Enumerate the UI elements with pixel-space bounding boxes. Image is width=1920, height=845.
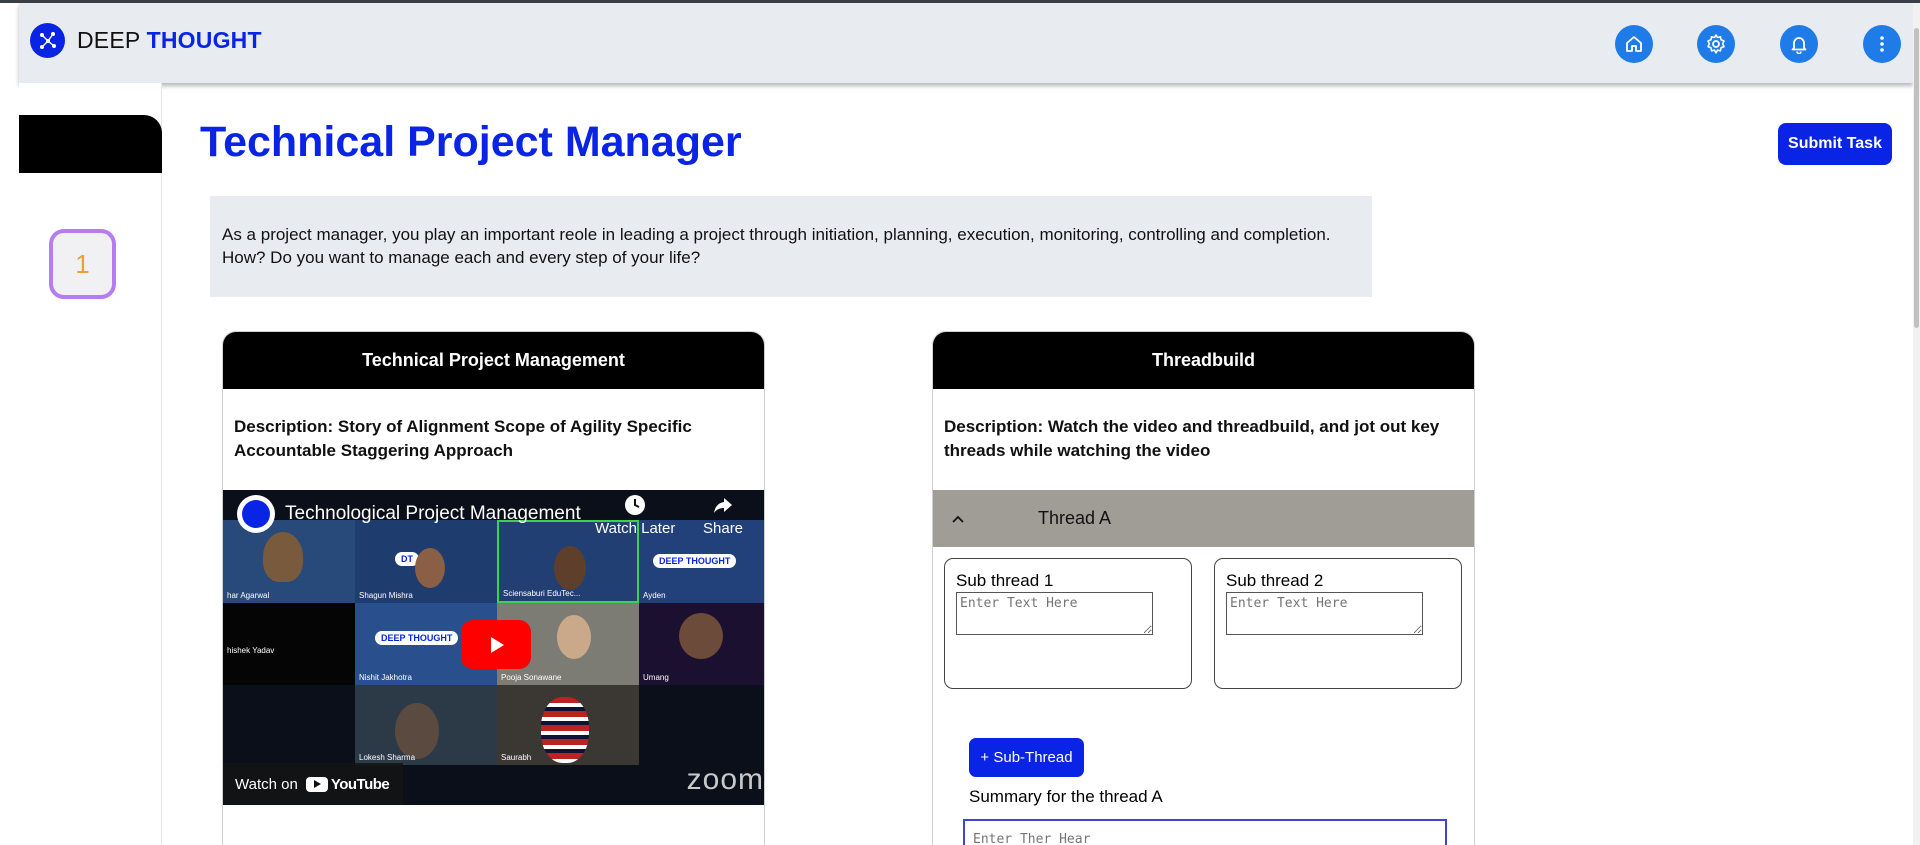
participant-name: Lokesh Sharma	[359, 753, 416, 762]
add-subthread-button[interactable]: + Sub-Thread	[969, 738, 1084, 777]
brand-logo[interactable]: DEEP THOUGHT	[30, 23, 262, 58]
clock-icon	[625, 495, 646, 515]
participant-figure	[263, 532, 303, 582]
subthread-card: Sub thread 1	[944, 558, 1192, 689]
notifications-button[interactable]	[1780, 25, 1818, 63]
participant-name: hishek Yadav	[227, 646, 275, 655]
participant-name: Ayden	[643, 591, 666, 600]
sidebar-active-tab[interactable]	[19, 115, 162, 173]
bell-icon	[1791, 37, 1807, 54]
participant-name: Umang	[643, 673, 669, 682]
zoom-watermark: zoom	[686, 763, 764, 796]
participant-name: Pooja Sonawane	[501, 673, 562, 682]
participant-name: Shagun Mishra	[359, 591, 413, 600]
thread-title: Thread A	[1038, 508, 1112, 528]
subthread-label: Sub thread 2	[1226, 571, 1324, 590]
participant-name: har Agarwal	[227, 591, 270, 600]
youtube-video-embed[interactable]: har Agarwal DT Shagun Mishra Sciensaburi…	[223, 490, 764, 805]
card-title: Technical Project Management	[223, 332, 764, 389]
subthread-label: Sub thread 1	[956, 571, 1054, 590]
share-control[interactable]: Share	[703, 494, 743, 537]
settings-button[interactable]	[1697, 25, 1735, 63]
home-button[interactable]	[1615, 25, 1653, 63]
summary-label: Summary for the thread A	[969, 787, 1163, 806]
share-label: Share	[703, 520, 744, 537]
intro-text: As a project manager, you play an import…	[210, 196, 1372, 297]
video-tile: hishek Yadav	[223, 603, 355, 685]
subthread-input[interactable]	[956, 592, 1153, 635]
participant-name: Sciensaburi EduTec...	[503, 589, 581, 598]
participant-figure	[541, 697, 589, 763]
step-badge[interactable]: 1	[49, 229, 116, 299]
participant-figure	[415, 548, 445, 588]
card-title: Threadbuild	[933, 332, 1474, 389]
watch-on-label: Watch on	[235, 775, 298, 793]
logo-icon	[30, 23, 65, 58]
video-tile: Umang	[639, 603, 764, 685]
video-badge: DEEP THOUGHT	[375, 631, 459, 645]
top-navbar: DEEP THOUGHT	[19, 3, 1913, 83]
participant-figure	[679, 613, 723, 659]
participant-figure	[395, 703, 439, 759]
play-icon	[491, 636, 504, 653]
youtube-play-icon	[305, 776, 328, 792]
participant-figure	[554, 546, 586, 590]
home-icon	[1626, 36, 1642, 52]
scrollbar-thumb[interactable]	[1914, 28, 1919, 328]
page-scrollbar[interactable]	[1913, 3, 1920, 845]
youtube-wordmark: YouTube	[330, 775, 390, 793]
submit-task-button[interactable]: Submit Task	[1778, 123, 1892, 165]
brand-name-bold: THOUGHT	[146, 27, 262, 53]
video-top-bar: Technological Project Management	[223, 490, 764, 538]
chevron-up-icon[interactable]	[948, 509, 968, 529]
watch-later-control[interactable]: Watch Later	[595, 494, 675, 537]
channel-logo-icon[interactable]	[237, 495, 275, 533]
participant-figure	[557, 615, 591, 659]
task-card-video: Technical Project Management Description…	[222, 331, 765, 845]
video-tile: Saurabh	[497, 685, 639, 765]
more-menu-button[interactable]	[1863, 25, 1901, 63]
participant-name: Saurabh	[501, 753, 532, 762]
video-title[interactable]: Technological Project Management	[285, 503, 581, 525]
youtube-logo: YouTube	[305, 775, 390, 793]
watch-on-youtube-link[interactable]: Watch on YouTube	[223, 763, 403, 805]
thread-accordion-header[interactable]: Thread A	[933, 490, 1474, 547]
page-title: Technical Project Manager	[200, 118, 742, 166]
share-icon	[714, 498, 733, 513]
subthread-input[interactable]	[1226, 592, 1423, 635]
play-button[interactable]	[461, 620, 531, 669]
watch-later-label: Watch Later	[595, 520, 676, 537]
video-badge: DEEP THOUGHT	[653, 554, 737, 568]
settings-icon	[1707, 34, 1725, 54]
participant-name: Nishit Jakhotra	[359, 673, 412, 682]
more-vertical-icon	[1880, 36, 1884, 52]
task-card-threadbuild: Threadbuild Description: Watch the video…	[932, 331, 1475, 845]
summary-input[interactable]	[963, 819, 1447, 845]
video-tile: Lokesh Sharma	[355, 685, 497, 765]
brand-name: DEEP THOUGHT	[77, 27, 262, 54]
subthread-card: Sub thread 2	[1214, 558, 1462, 689]
left-sidebar: 1	[19, 83, 162, 845]
brand-name-light: DEEP	[77, 27, 141, 53]
